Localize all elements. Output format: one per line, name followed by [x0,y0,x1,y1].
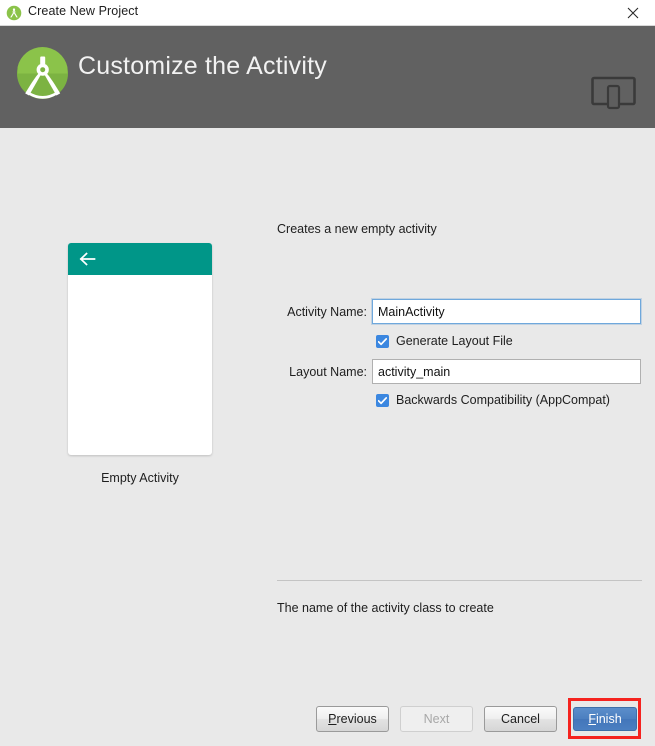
next-button: Next [400,706,473,732]
divider [277,580,642,581]
window-title: Create New Project [28,4,139,18]
android-studio-icon [6,5,22,21]
checkbox-checked-icon[interactable] [376,393,389,407]
layout-name-input[interactable] [372,359,641,384]
preview-label: Empty Activity [101,471,179,485]
close-icon[interactable] [611,0,655,25]
activity-name-input[interactable] [372,299,641,324]
backwards-compatibility-checkbox-row[interactable]: Backwards Compatibility (AppCompat) [376,392,610,408]
previous-button-mnemonic: P [328,712,337,726]
dialog-header: Customize the Activity [0,26,655,128]
activity-name-label: Activity Name: [287,305,367,319]
field-hint-text: The name of the activity class to create [277,601,494,615]
preview-card [68,243,212,455]
dialog-body: Empty Activity Creates a new empty activ… [0,128,655,746]
finish-button[interactable]: Finish [573,707,637,731]
generate-layout-file-checkbox-row[interactable]: Generate Layout File [376,333,513,349]
template-description: Creates a new empty activity [277,222,437,236]
previous-button[interactable]: Previous [316,706,389,732]
window-titlebar: Create New Project [0,0,655,26]
android-studio-logo [14,45,71,102]
previous-button-label: revious [336,712,377,726]
layout-name-label: Layout Name: [289,365,367,379]
backwards-compatibility-label: Backwards Compatibility (AppCompat) [396,393,610,407]
cancel-button-label: Cancel [501,712,540,726]
generate-layout-file-label: Generate Layout File [396,334,513,348]
cancel-button[interactable]: Cancel [484,706,557,732]
finish-button-mnemonic: F [588,712,596,726]
page-title: Customize the Activity [78,52,327,80]
back-arrow-icon [79,251,96,267]
device-preview-icon [591,76,636,110]
next-button-label: Next [423,712,450,726]
activity-template-preview[interactable]: Empty Activity [68,243,212,485]
finish-button-label: inish [595,712,622,726]
checkbox-checked-icon[interactable] [376,334,389,348]
